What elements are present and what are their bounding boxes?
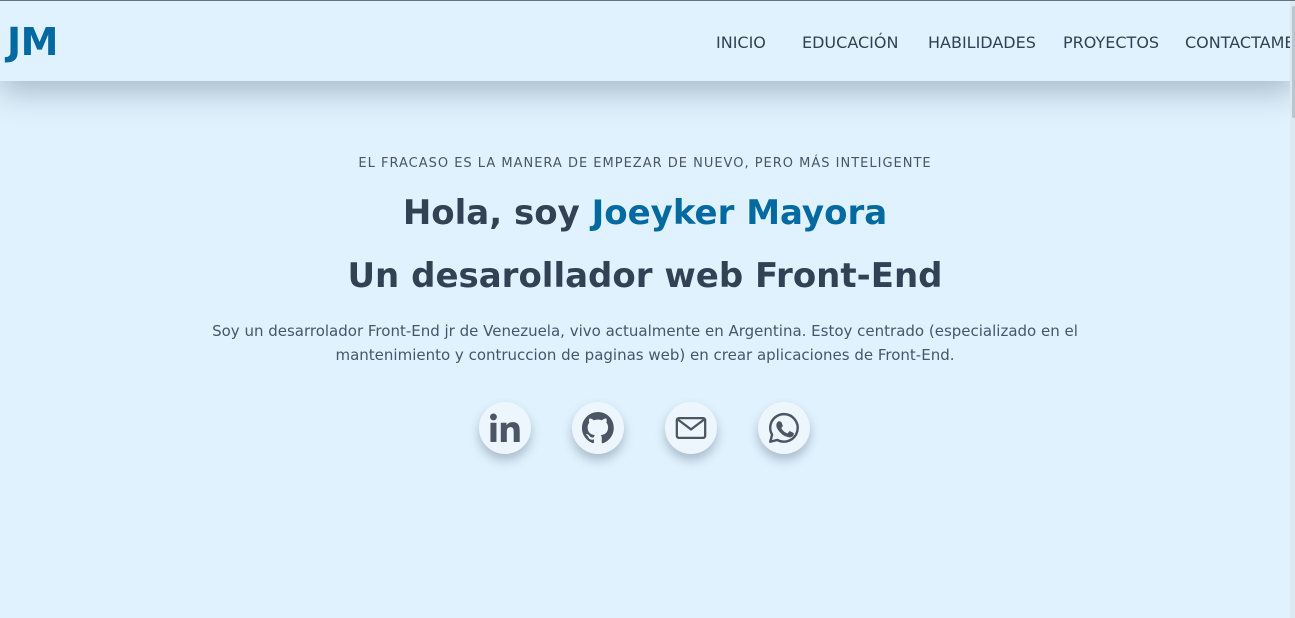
hero-section: EL FRACASO ES LA MANERA DE EMPEZAR DE NU…	[0, 81, 1290, 618]
tagline: EL FRACASO ES LA MANERA DE EMPEZAR DE NU…	[358, 156, 932, 171]
nav-proyectos-link[interactable]: PROYECTOS	[1063, 33, 1159, 52]
nav-educacion-link[interactable]: EDUCACIÓN	[802, 33, 898, 52]
author-name: Joeyker Mayora	[591, 193, 888, 233]
whatsapp-icon	[767, 411, 801, 445]
logo[interactable]: JM	[7, 18, 58, 66]
intro-description: Soy un desarrolador Front-End jr de Vene…	[212, 322, 1078, 364]
window-top-border	[0, 0, 1295, 1]
github-icon	[580, 410, 616, 446]
github-button[interactable]	[572, 402, 624, 454]
nav-inicio-link[interactable]: INICIO	[716, 33, 766, 52]
greeting-text: Hola, soy	[402, 193, 580, 233]
linkedin-button[interactable]	[479, 402, 531, 454]
whatsapp-button[interactable]	[758, 402, 810, 454]
hero-greeting: Hola, soy Joeyker Mayora	[0, 191, 1290, 235]
nav-contactame-link[interactable]: CONTACTAME	[1185, 33, 1295, 52]
mail-icon	[674, 411, 708, 445]
site-header: JM INICIO EDUCACIÓN HABILIDADES PROYECTO…	[0, 1, 1295, 81]
hero-role: Un desarollador web Front-End	[347, 256, 943, 296]
mail-button[interactable]	[665, 402, 717, 454]
nav-habilidades-link[interactable]: HABILIDADES	[928, 33, 1036, 52]
linkedin-icon	[487, 410, 523, 446]
